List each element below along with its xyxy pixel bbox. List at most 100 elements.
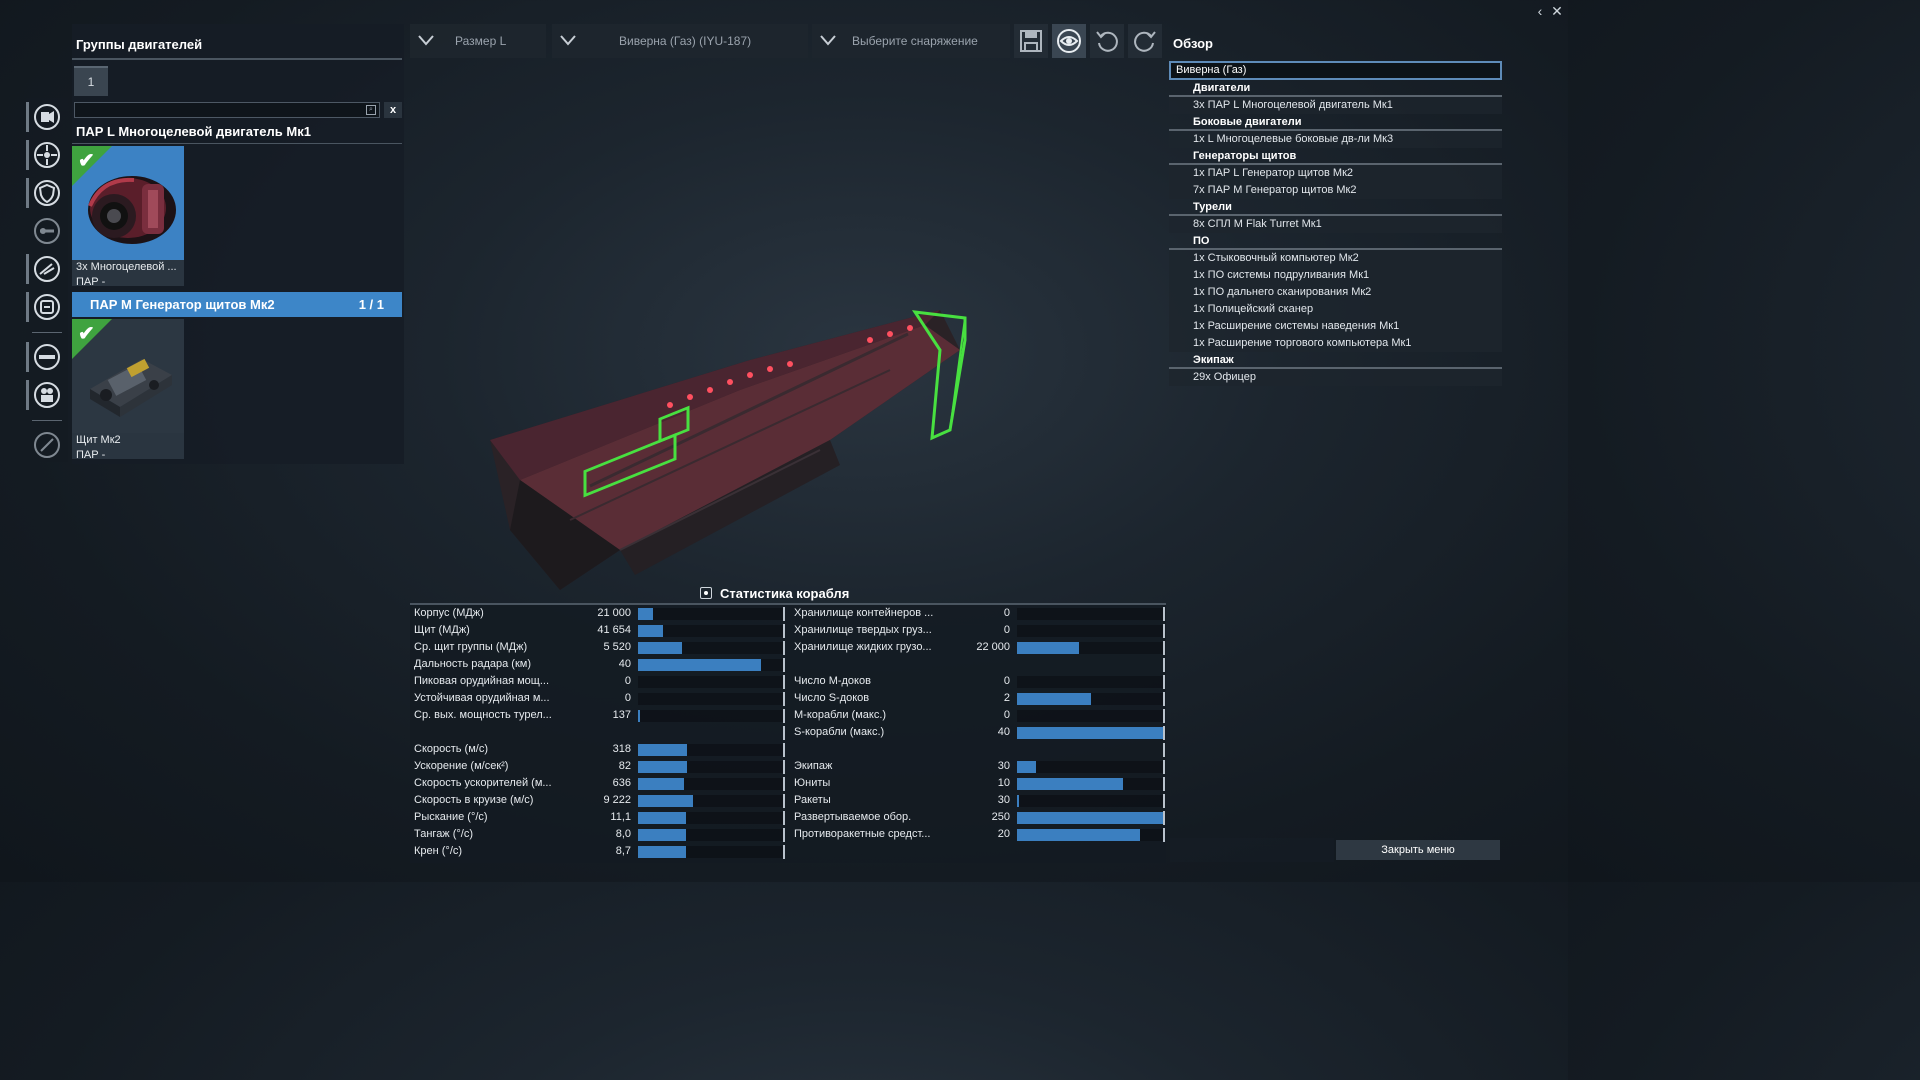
thruster-category-button[interactable]	[26, 138, 64, 172]
stat-row: Устойчивая орудийная м... 0	[410, 690, 790, 707]
crew-category-button[interactable]	[26, 378, 64, 412]
stat-bar	[1017, 625, 1164, 637]
stat-row: Крен (°/с) 8,7	[410, 843, 790, 860]
overview-item: 7x ПАР М Генератор щитов Мк2	[1169, 182, 1502, 199]
overview-section-heading: Генераторы щитов	[1169, 148, 1502, 165]
shield-image: ✔	[72, 319, 184, 433]
stat-bar	[638, 659, 783, 671]
overview-section-heading: Турели	[1169, 199, 1502, 216]
stat-bar	[1017, 829, 1164, 841]
engine-group-title: ПАР L Многоцелевой двигатель Мк1	[76, 124, 311, 139]
stat-bar-end	[783, 828, 785, 842]
turret-category-button[interactable]	[30, 214, 64, 248]
shield-group-header[interactable]: ПАР М Генератор щитов Мк2 1 / 1	[72, 292, 402, 317]
stat-bar-end	[1163, 726, 1165, 740]
stat-bar-end	[783, 777, 785, 791]
equipment-dropdown-value: Выберите снаряжение	[852, 34, 978, 48]
save-button[interactable]	[1014, 24, 1048, 58]
stat-bar	[638, 744, 783, 756]
stat-bar-fill	[638, 846, 686, 858]
stat-bar-end	[783, 726, 785, 740]
ship-stats-label: Статистика корабля	[720, 586, 850, 601]
shield-group-count: 1 / 1	[358, 297, 384, 312]
stat-value: 2	[1003, 692, 1010, 704]
stat-label: Корпус (МДж)	[414, 607, 484, 619]
stat-label: Ср. вых. мощность турел...	[414, 709, 552, 721]
stat-bar	[638, 625, 783, 637]
software-icon	[34, 344, 60, 370]
stat-bar-fill	[1017, 642, 1079, 654]
stat-label: Крен (°/с)	[414, 845, 463, 857]
equipment-dropdown[interactable]: Выберите снаряжение	[812, 24, 1010, 58]
chevron-down-icon	[820, 35, 836, 46]
consumable-category-button[interactable]	[26, 290, 64, 324]
engine-groups-title: Группы двигателей	[76, 37, 203, 52]
checkmark-icon: ✔	[78, 323, 95, 345]
paint-category-button[interactable]	[30, 428, 64, 462]
engine-card[interactable]: ✔ 3x Многоцелевой ... ПАР -	[72, 146, 184, 288]
undo-icon	[1096, 31, 1118, 52]
overview-item: 8x СПЛ М Flak Turret Мк1	[1169, 216, 1502, 233]
ship-dropdown[interactable]: Виверна (Газ) (IYU-187)	[552, 24, 808, 58]
overview-item: 1x Расширение торгового компьютера Мк1	[1169, 335, 1502, 352]
stat-value: 40	[618, 658, 631, 670]
stat-bar	[1017, 676, 1164, 688]
stat-bar	[638, 761, 783, 773]
shield-card[interactable]: ✔ Щит Мк2 ПАР -	[72, 319, 184, 461]
overview-ship-name[interactable]: Виверна (Газ)	[1169, 61, 1502, 80]
stat-value: 30	[997, 760, 1010, 772]
group-tab-1[interactable]: 1	[74, 66, 108, 96]
stat-row: Дальность радара (км) 40	[410, 656, 790, 673]
stat-label: Юниты	[794, 777, 831, 789]
engine-category-button[interactable]	[26, 100, 64, 134]
stat-bar-fill	[638, 710, 641, 722]
stat-bar-end	[783, 692, 785, 706]
software-category-button[interactable]	[26, 340, 64, 374]
ship-model[interactable]	[420, 290, 1000, 610]
divider	[72, 58, 402, 60]
overview-item: 29x Офицер	[1169, 369, 1502, 386]
stat-row	[410, 724, 790, 741]
stat-value: 250	[991, 811, 1010, 823]
stat-value: 0	[1003, 607, 1010, 619]
stat-bar-fill	[638, 744, 688, 756]
stat-bar-fill	[638, 625, 663, 637]
undo-button[interactable]	[1090, 24, 1124, 58]
stat-value: 5 520	[603, 641, 631, 653]
search-input[interactable]: ⌕	[74, 102, 380, 118]
stat-bar-end	[783, 709, 785, 723]
stat-label: Хранилище жидких грузо...	[794, 641, 932, 653]
stat-value: 8,7	[615, 845, 631, 857]
shield-category-button[interactable]	[26, 176, 64, 210]
stat-label: Развертываемое обор.	[794, 811, 912, 823]
clear-search-button[interactable]: x	[384, 102, 402, 118]
stat-row: Щит (МДж) 41 654	[410, 622, 790, 639]
size-dropdown[interactable]: Размер L	[410, 24, 546, 58]
stat-row	[790, 741, 1170, 758]
close-menu-button[interactable]: Закрыть меню	[1336, 840, 1500, 860]
engine-card-caption: 3x Многоцелевой ...	[76, 261, 177, 273]
close-icon[interactable]: ✕	[1550, 4, 1564, 18]
stat-row: Противоракетные средст... 20	[790, 826, 1170, 843]
stat-bar-end	[783, 760, 785, 774]
stat-bar-end	[1163, 641, 1165, 655]
stat-value: 0	[1003, 624, 1010, 636]
overview-list: Двигатели 3x ПАР L Многоцелевой двигатель…	[1169, 80, 1502, 386]
weapon-category-button[interactable]	[26, 252, 64, 286]
consumable-icon	[34, 294, 60, 320]
stat-bar	[638, 608, 783, 620]
stat-value: 0	[624, 692, 631, 704]
stat-bar	[638, 812, 783, 824]
stat-label: Дальность радара (км)	[414, 658, 531, 670]
overview-item: 1x Стыковочный компьютер Мк2	[1169, 250, 1502, 267]
stat-bar-fill	[1017, 795, 1020, 807]
chevron-left-icon[interactable]: ‹	[1533, 4, 1547, 18]
redo-button[interactable]	[1128, 24, 1162, 58]
stat-label: Пиковая орудийная мощ...	[414, 675, 550, 687]
divider	[72, 143, 402, 144]
stat-bar-fill	[638, 761, 688, 773]
ship-stats-title[interactable]: Статистика корабля	[700, 586, 849, 601]
preview-button[interactable]	[1052, 24, 1086, 58]
stat-row: Число М-доков 0	[790, 673, 1170, 690]
stat-value: 0	[624, 675, 631, 687]
